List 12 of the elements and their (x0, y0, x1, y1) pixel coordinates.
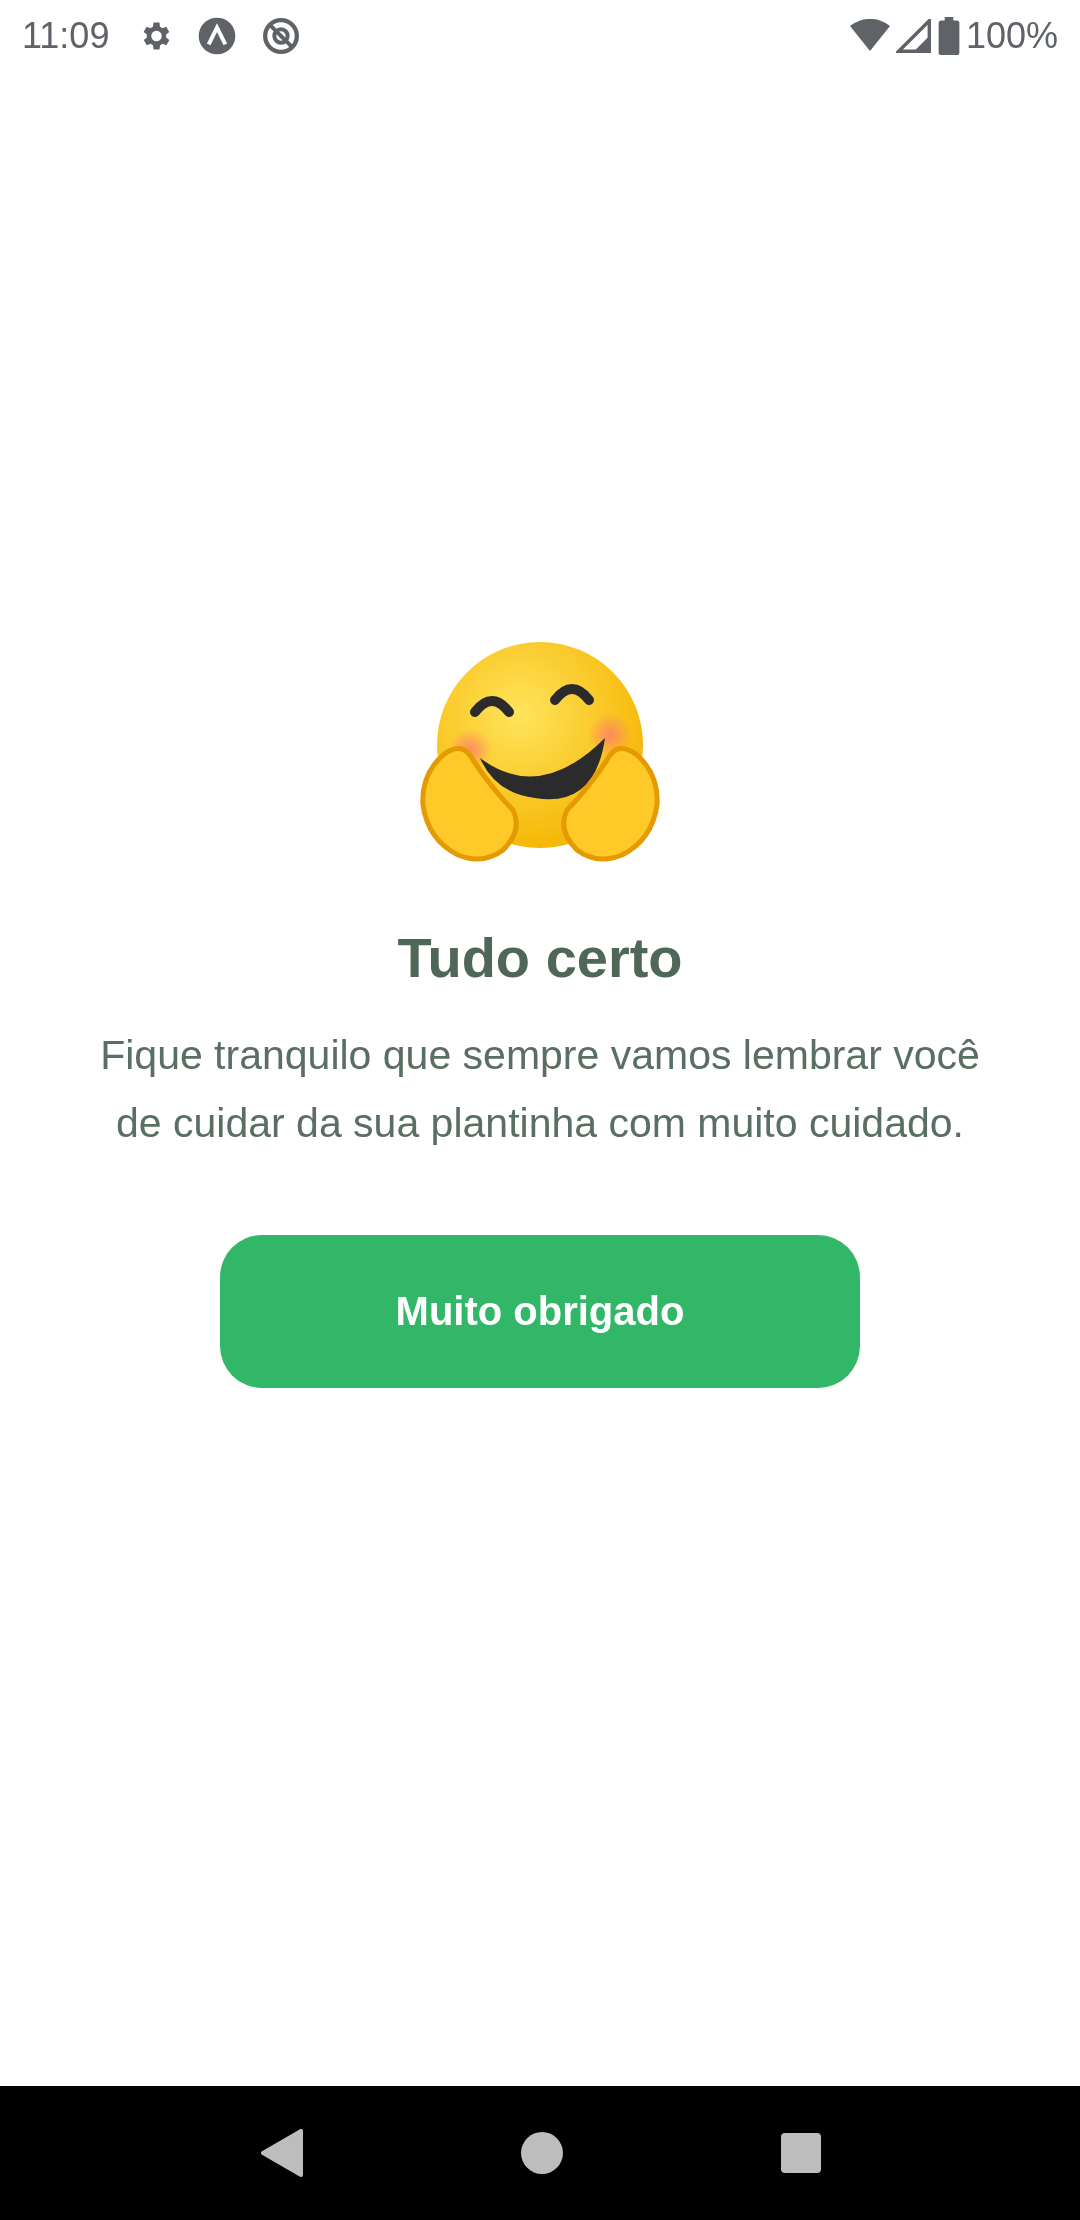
battery-icon (937, 17, 960, 55)
signal-icon (895, 19, 932, 53)
title: Tudo certo (397, 925, 683, 991)
battery-percentage: 100% (965, 15, 1058, 57)
home-icon[interactable] (521, 2132, 563, 2174)
sync-icon (261, 16, 302, 56)
status-time: 11:09 (22, 15, 110, 57)
wifi-icon (849, 19, 890, 53)
thanks-button[interactable]: Muito obrigado (220, 1235, 860, 1389)
message: Fique tranquilo que sempre vamos lembrar você de cuidar da sua plantinha com muito cuidado. (99, 1031, 981, 1149)
app-icon (197, 16, 238, 56)
back-icon[interactable] (259, 2129, 303, 2177)
